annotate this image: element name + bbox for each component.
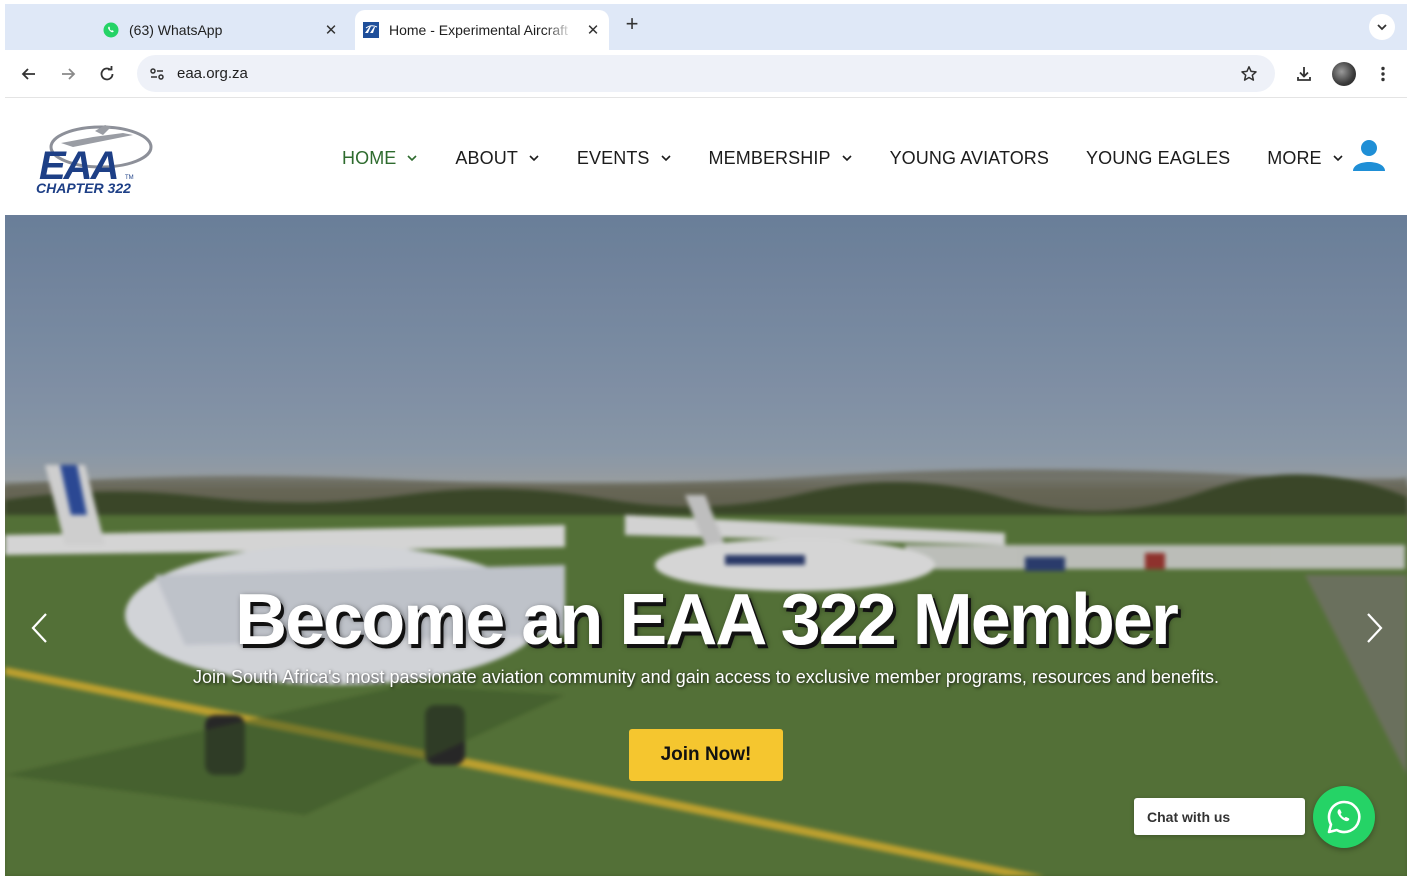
nav-label: YOUNG EAGLES xyxy=(1086,147,1231,168)
nav-item-events[interactable]: EVENTS xyxy=(577,148,672,169)
nav-label: YOUNG AVIATORS xyxy=(889,147,1050,168)
close-icon[interactable]: ✕ xyxy=(321,20,341,40)
menu-button[interactable] xyxy=(1371,62,1395,86)
url-text: eaa.org.za xyxy=(177,65,248,82)
nav-label: MEMBERSHIP xyxy=(708,147,831,168)
star-icon xyxy=(1241,66,1257,81)
site-info-button[interactable] xyxy=(145,62,169,86)
tab-strip: (63) WhatsApp ✕ Home - Experimental Airc… xyxy=(5,4,1407,50)
back-button[interactable] xyxy=(17,62,41,86)
nav-item-membership[interactable]: MEMBERSHIP xyxy=(709,148,853,169)
chevron-down-icon xyxy=(1333,155,1343,162)
close-icon[interactable]: ✕ xyxy=(583,20,603,40)
whatsapp-chat-button[interactable] xyxy=(1313,786,1375,848)
hero-slider: Become an EAA 322 Member Join South Afri… xyxy=(5,215,1407,876)
site-logo[interactable]: EAA TM CHAPTER 322 xyxy=(33,121,157,197)
reload-button[interactable] xyxy=(95,62,119,86)
eaa-favicon xyxy=(363,22,379,38)
chevron-down-icon xyxy=(660,155,671,162)
tab-title: (63) WhatsApp xyxy=(129,22,223,38)
address-bar[interactable]: eaa.org.za xyxy=(137,55,1275,92)
chat-with-us-label[interactable]: Chat with us xyxy=(1134,798,1305,835)
more-vert-icon xyxy=(1381,66,1385,82)
tab-title: Home - Experimental Aircraft xyxy=(389,22,568,38)
logo-subtitle: CHAPTER 322 xyxy=(36,180,131,196)
forward-button[interactable] xyxy=(56,62,80,86)
bookmark-button[interactable] xyxy=(1237,62,1261,86)
new-tab-button[interactable]: + xyxy=(621,13,643,36)
site-header: EAA TM CHAPTER 322 HOME ABOUT EVENTS MEM… xyxy=(5,99,1407,215)
join-now-button[interactable]: Join Now! xyxy=(629,729,783,781)
nav-item-more[interactable]: MORE xyxy=(1267,148,1343,169)
download-icon xyxy=(1297,67,1311,81)
browser-window: (63) WhatsApp ✕ Home - Experimental Airc… xyxy=(5,4,1407,876)
browser-toolbar: eaa.org.za xyxy=(5,50,1407,98)
eaa-logo-icon: EAA TM CHAPTER 322 xyxy=(36,125,153,196)
chevron-down-icon xyxy=(529,155,539,162)
arrow-left-icon xyxy=(21,68,35,80)
arrow-right-icon xyxy=(62,68,76,80)
nav-label: EVENTS xyxy=(576,147,650,168)
chevron-down-icon xyxy=(1377,24,1387,31)
profile-avatar[interactable] xyxy=(1332,62,1356,86)
nav-label: HOME xyxy=(342,147,397,168)
downloads-button[interactable] xyxy=(1292,62,1316,86)
hero-subtitle: Join South Africa's most passionate avia… xyxy=(193,667,1219,687)
user-account-icon[interactable] xyxy=(1351,137,1387,173)
reload-icon xyxy=(100,66,114,81)
nav-label: MORE xyxy=(1267,147,1322,168)
tab-eaa-home[interactable]: Home - Experimental Aircraft ✕ xyxy=(355,10,609,50)
whatsapp-icon xyxy=(103,22,119,38)
whatsapp-icon xyxy=(1327,800,1361,834)
main-nav: HOME ABOUT EVENTS MEMBERSHIP YOUNG AVIAT… xyxy=(342,143,1381,173)
tab-whatsapp[interactable]: (63) WhatsApp ✕ xyxy=(103,10,343,50)
nav-item-young-aviators[interactable]: YOUNG AVIATORS xyxy=(890,148,1049,169)
tune-icon xyxy=(150,68,164,80)
chevron-down-icon xyxy=(407,155,417,162)
nav-item-young-eagles[interactable]: YOUNG EAGLES xyxy=(1086,148,1230,169)
tab-search-button[interactable] xyxy=(1369,14,1395,40)
chevron-down-icon xyxy=(842,155,852,162)
nav-label: ABOUT xyxy=(455,147,518,168)
nav-item-about[interactable]: ABOUT xyxy=(455,148,540,169)
nav-item-home[interactable]: HOME xyxy=(342,148,418,169)
hero-title: Become an EAA 322 Member xyxy=(235,580,1179,660)
